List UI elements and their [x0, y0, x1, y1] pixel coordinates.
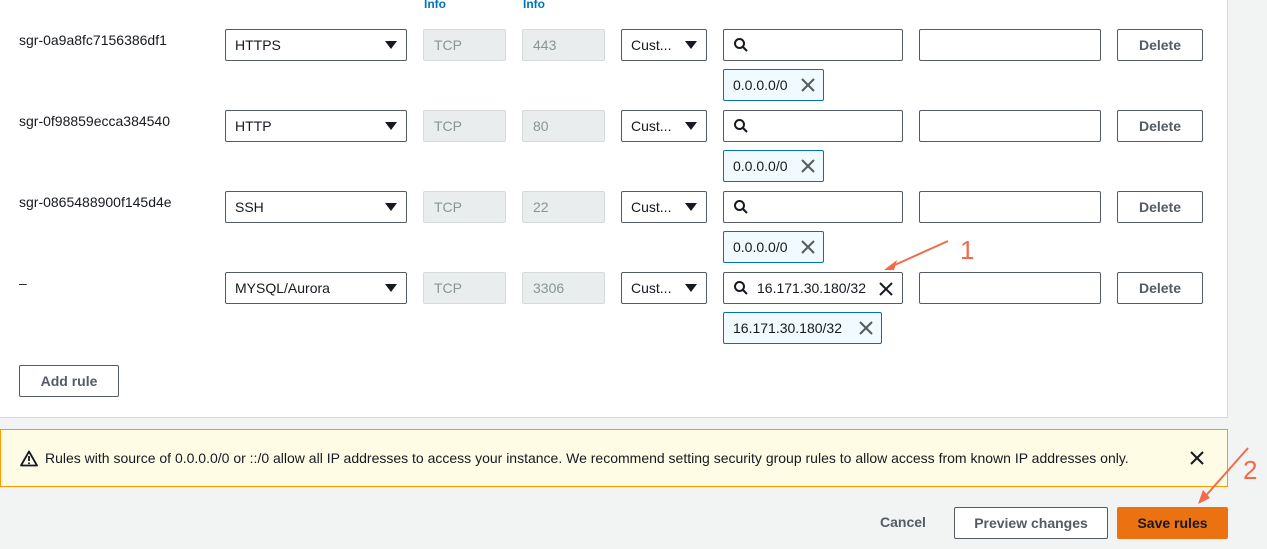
port-value: 443 — [533, 37, 557, 53]
close-icon[interactable] — [801, 78, 815, 92]
rule-id: sgr-0f98859ecca384540 — [19, 113, 171, 129]
caret-down-icon — [685, 284, 697, 292]
add-rule-button[interactable]: Add rule — [19, 365, 119, 397]
token-label: 0.0.0.0/0 — [733, 239, 788, 255]
close-icon[interactable] — [1189, 450, 1205, 466]
annotation-marker-2: 2 — [1243, 455, 1258, 485]
type-value: HTTP — [235, 118, 272, 134]
port-info-link[interactable]: Info — [523, 0, 545, 11]
type-select[interactable]: HTTPS — [225, 29, 407, 61]
port-field: 443 — [522, 29, 605, 61]
annotation-marker-1: 1 — [960, 235, 975, 265]
source-type-value: Cust... — [631, 280, 672, 296]
protocol-value: TCP — [434, 280, 462, 296]
caret-down-icon — [685, 122, 697, 130]
description-input[interactable] — [919, 272, 1101, 304]
source-token: 0.0.0.0/0 — [723, 231, 824, 263]
type-value: MYSQL/Aurora — [235, 280, 330, 296]
source-type-select[interactable]: Cust... — [621, 110, 707, 142]
caret-down-icon — [685, 41, 697, 49]
source-type-value: Cust... — [631, 118, 672, 134]
type-select[interactable]: SSH — [225, 191, 407, 223]
delete-button[interactable]: Delete — [1117, 29, 1203, 61]
caret-down-icon — [385, 41, 397, 49]
protocol-field: TCP — [423, 29, 506, 61]
caret-down-icon — [685, 203, 697, 211]
token-label: 16.171.30.180/32 — [733, 320, 842, 336]
warning-alert: Rules with source of 0.0.0.0/0 or ::/0 a… — [0, 429, 1228, 487]
caret-down-icon — [385, 122, 397, 130]
source-token: 16.171.30.180/32 — [723, 312, 882, 344]
protocol-field: TCP — [423, 272, 506, 304]
source-type-value: Cust... — [631, 37, 672, 53]
source-search-input[interactable]: 16.171.30.180/32 — [723, 272, 903, 304]
rule-id: sgr-0a9a8fc7156386df1 — [19, 32, 167, 48]
protocol-value: TCP — [434, 199, 462, 215]
source-type-select[interactable]: Cust... — [621, 29, 707, 61]
type-value: SSH — [235, 199, 264, 215]
description-input[interactable] — [919, 29, 1101, 61]
caret-down-icon — [385, 203, 397, 211]
search-icon — [734, 38, 748, 52]
source-type-value: Cust... — [631, 199, 672, 215]
close-icon[interactable] — [859, 321, 873, 335]
delete-button[interactable]: Delete — [1117, 272, 1203, 304]
port-field: 3306 — [522, 272, 605, 304]
save-rules-button[interactable]: Save rules — [1117, 507, 1228, 539]
arrowhead-icon — [1198, 490, 1210, 504]
protocol-field: TCP — [423, 110, 506, 142]
search-icon — [734, 200, 748, 214]
port-value: 22 — [533, 199, 549, 215]
description-input[interactable] — [919, 191, 1101, 223]
inbound-rules-panel: Info Info sgr-0a9a8fc7156386df1 HTTPS TC… — [0, 0, 1228, 418]
port-value: 80 — [533, 118, 549, 134]
source-search-input[interactable] — [723, 110, 903, 142]
delete-button[interactable]: Delete — [1117, 110, 1203, 142]
warning-icon — [20, 450, 38, 467]
token-label: 0.0.0.0/0 — [733, 158, 788, 174]
port-value: 3306 — [533, 280, 565, 296]
source-type-select[interactable]: Cust... — [621, 272, 707, 304]
protocol-info-link[interactable]: Info — [424, 0, 446, 11]
source-type-select[interactable]: Cust... — [621, 191, 707, 223]
type-select[interactable]: MYSQL/Aurora — [225, 272, 407, 304]
source-search-input[interactable] — [723, 29, 903, 61]
close-icon[interactable] — [801, 240, 815, 254]
protocol-value: TCP — [434, 118, 462, 134]
source-search-input[interactable] — [723, 191, 903, 223]
rule-id: sgr-0865488900f145d4e — [19, 194, 172, 210]
cancel-button[interactable]: Cancel — [880, 514, 926, 530]
search-icon — [734, 281, 748, 295]
description-input[interactable] — [919, 110, 1101, 142]
protocol-value: TCP — [434, 37, 462, 53]
clear-icon[interactable] — [878, 281, 894, 297]
close-icon[interactable] — [801, 159, 815, 173]
rule-id: – — [19, 275, 27, 291]
type-select[interactable]: HTTP — [225, 110, 407, 142]
source-token: 0.0.0.0/0 — [723, 69, 824, 101]
port-field: 22 — [522, 191, 605, 223]
type-value: HTTPS — [235, 37, 281, 53]
protocol-field: TCP — [423, 191, 506, 223]
warning-text: Rules with source of 0.0.0.0/0 or ::/0 a… — [45, 450, 1129, 466]
caret-down-icon — [385, 284, 397, 292]
preview-changes-button[interactable]: Preview changes — [954, 507, 1108, 539]
token-label: 0.0.0.0/0 — [733, 77, 788, 93]
search-icon — [734, 119, 748, 133]
search-value: 16.171.30.180/32 — [757, 280, 866, 296]
delete-button[interactable]: Delete — [1117, 191, 1203, 223]
source-token: 0.0.0.0/0 — [723, 150, 824, 182]
port-field: 80 — [522, 110, 605, 142]
